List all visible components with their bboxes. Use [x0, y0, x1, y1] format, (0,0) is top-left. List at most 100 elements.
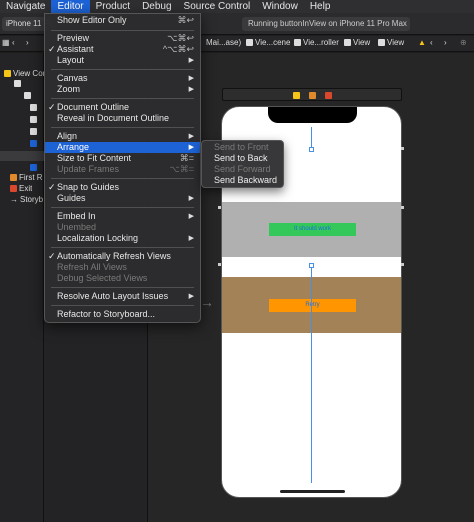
should-work-button[interactable]: It should work [269, 223, 356, 236]
outline-row[interactable] [30, 115, 39, 124]
forward-icon[interactable]: › [26, 38, 29, 47]
menu-item-zoom[interactable]: Zoom ▶ [45, 84, 200, 95]
menu-item-resolve-auto-layout[interactable]: Resolve Auto Layout Issues ▶ [45, 291, 200, 302]
menu-product[interactable]: Product [90, 0, 136, 13]
menu-item-document-outline[interactable]: ✓ Document Outline [45, 102, 200, 113]
jump-bar-item[interactable]: View [378, 38, 404, 47]
outline-row[interactable] [30, 139, 39, 148]
submenu-arrow-icon: ▶ [188, 144, 194, 151]
menu-editor[interactable]: Editor [51, 0, 90, 13]
jump-bar-item[interactable]: Mai...ase) [206, 38, 241, 47]
add-editor-icon[interactable]: ⊕ [460, 38, 467, 47]
menu-source-control[interactable]: Source Control [178, 0, 257, 13]
menu-item-size-to-fit[interactable]: Size to Fit Content ⌘= [45, 153, 200, 164]
menu-item-arrange[interactable]: Arrange ▶ [45, 142, 200, 153]
menu-item-show-editor-only[interactable]: Show Editor Only ⌘↩ [45, 15, 200, 26]
outline-row[interactable]: Exit [10, 184, 32, 193]
outline-row[interactable] [30, 127, 39, 136]
view-controller-icon [294, 39, 301, 46]
resize-handle[interactable] [309, 147, 314, 152]
outline-row[interactable] [30, 163, 39, 172]
selection-handle[interactable] [401, 147, 404, 150]
gray-container-view[interactable]: It should work [222, 202, 401, 257]
menu-item-snap-to-guides[interactable]: ✓ Snap to Guides [45, 182, 200, 193]
back-icon[interactable]: ‹ [430, 38, 433, 47]
menu-item-send-backward[interactable]: Send Backward [202, 175, 283, 186]
view-icon [30, 104, 37, 111]
forward-icon[interactable]: › [444, 38, 447, 47]
grid-icon[interactable]: ▦ [2, 38, 10, 47]
selection-handle[interactable] [401, 206, 404, 209]
menu-debug[interactable]: Debug [136, 0, 177, 13]
view-icon [344, 39, 351, 46]
outline-row[interactable]: → Storyb [10, 195, 43, 204]
outline-row[interactable]: View Cor [4, 69, 45, 78]
menu-item-auto-refresh-views[interactable]: ✓ Automatically Refresh Views [45, 251, 200, 262]
back-icon[interactable]: ‹ [12, 38, 15, 47]
menu-item-update-frames[interactable]: Update Frames ⌥⌘= [45, 164, 200, 175]
menu-item-debug-selected-views[interactable]: Debug Selected Views [45, 273, 200, 284]
first-responder-icon [10, 174, 17, 181]
menu-item-reveal-in-outline[interactable]: Reveal in Document Outline [45, 113, 200, 124]
menu-help[interactable]: Help [304, 0, 337, 13]
exit-icon[interactable] [325, 92, 332, 99]
menu-window[interactable]: Window [256, 0, 304, 13]
view-controller-icon[interactable] [293, 92, 300, 99]
menu-item-send-to-front[interactable]: Send to Front [202, 142, 283, 153]
arrange-submenu: Send to Front Send to Back Send Forward … [201, 140, 284, 188]
menu-separator [51, 207, 194, 208]
jump-bar-item[interactable]: Vie...cene [246, 38, 290, 47]
menu-separator [51, 69, 194, 70]
home-indicator [280, 490, 345, 493]
menu-item-preview[interactable]: Preview ⌥⌘↩ [45, 33, 200, 44]
outline-row[interactable] [30, 103, 39, 112]
menu-item-canvas[interactable]: Canvas ▶ [45, 73, 200, 84]
brown-container-view[interactable]: Retry [222, 277, 401, 333]
entry-point-arrow-icon: → [200, 294, 214, 310]
warning-icon[interactable]: ▲ [418, 38, 426, 47]
submenu-arrow-icon: ▶ [188, 57, 194, 64]
jump-bar-item[interactable]: Vie...roller [294, 38, 339, 47]
view-icon [30, 128, 37, 135]
document-outline: View Cor First R Exit → Storyb [0, 53, 45, 522]
menu-item-assistant[interactable]: ✓ Assistant ^⌥⌘↩ [45, 44, 200, 55]
selection-handle[interactable] [218, 263, 221, 266]
device-notch [268, 107, 357, 123]
submenu-arrow-icon: ▶ [188, 75, 194, 82]
retry-button[interactable]: Retry [269, 299, 356, 312]
submenu-arrow-icon: ▶ [188, 133, 194, 140]
jump-bar-item[interactable]: View [344, 38, 370, 47]
first-responder-icon[interactable] [309, 92, 316, 99]
menu-item-guides[interactable]: Guides ▶ [45, 193, 200, 204]
constraint-line [311, 127, 312, 149]
menu-item-unembed[interactable]: Unembed [45, 222, 200, 233]
menu-item-refresh-all-views[interactable]: Refresh All Views [45, 262, 200, 273]
storyboard-entry-icon: → [10, 195, 18, 204]
constraints-icon [30, 164, 37, 171]
menu-separator [51, 30, 194, 31]
menu-item-localization-locking[interactable]: Localization Locking ▶ [45, 233, 200, 244]
submenu-arrow-icon: ▶ [188, 293, 194, 300]
resize-handle[interactable] [309, 263, 314, 268]
constraint-line [311, 265, 312, 483]
view-icon [14, 80, 21, 87]
selection-handle[interactable] [218, 206, 221, 209]
menu-item-send-forward[interactable]: Send Forward [202, 164, 283, 175]
outline-row[interactable] [24, 91, 33, 100]
menu-item-send-to-back[interactable]: Send to Back [202, 153, 283, 164]
view-controller-icon [4, 70, 11, 77]
selection-handle[interactable] [401, 263, 404, 266]
menu-item-refactor-to-storyboard[interactable]: Refactor to Storyboard... [45, 309, 200, 320]
menu-separator [51, 247, 194, 248]
menu-separator [51, 98, 194, 99]
menu-item-align[interactable]: Align ▶ [45, 131, 200, 142]
outline-row-selected[interactable] [0, 151, 44, 161]
outline-row[interactable] [14, 79, 23, 88]
outline-row[interactable]: First R [10, 173, 43, 182]
menu-item-layout[interactable]: Layout ▶ [45, 55, 200, 66]
editor-menu: Show Editor Only ⌘↩ Preview ⌥⌘↩ ✓ Assistant… [44, 13, 201, 323]
menu-navigate[interactable]: Navigate [0, 0, 51, 13]
menu-item-embed-in[interactable]: Embed In ▶ [45, 211, 200, 222]
menu-separator [51, 178, 194, 179]
submenu-arrow-icon: ▶ [188, 235, 194, 242]
